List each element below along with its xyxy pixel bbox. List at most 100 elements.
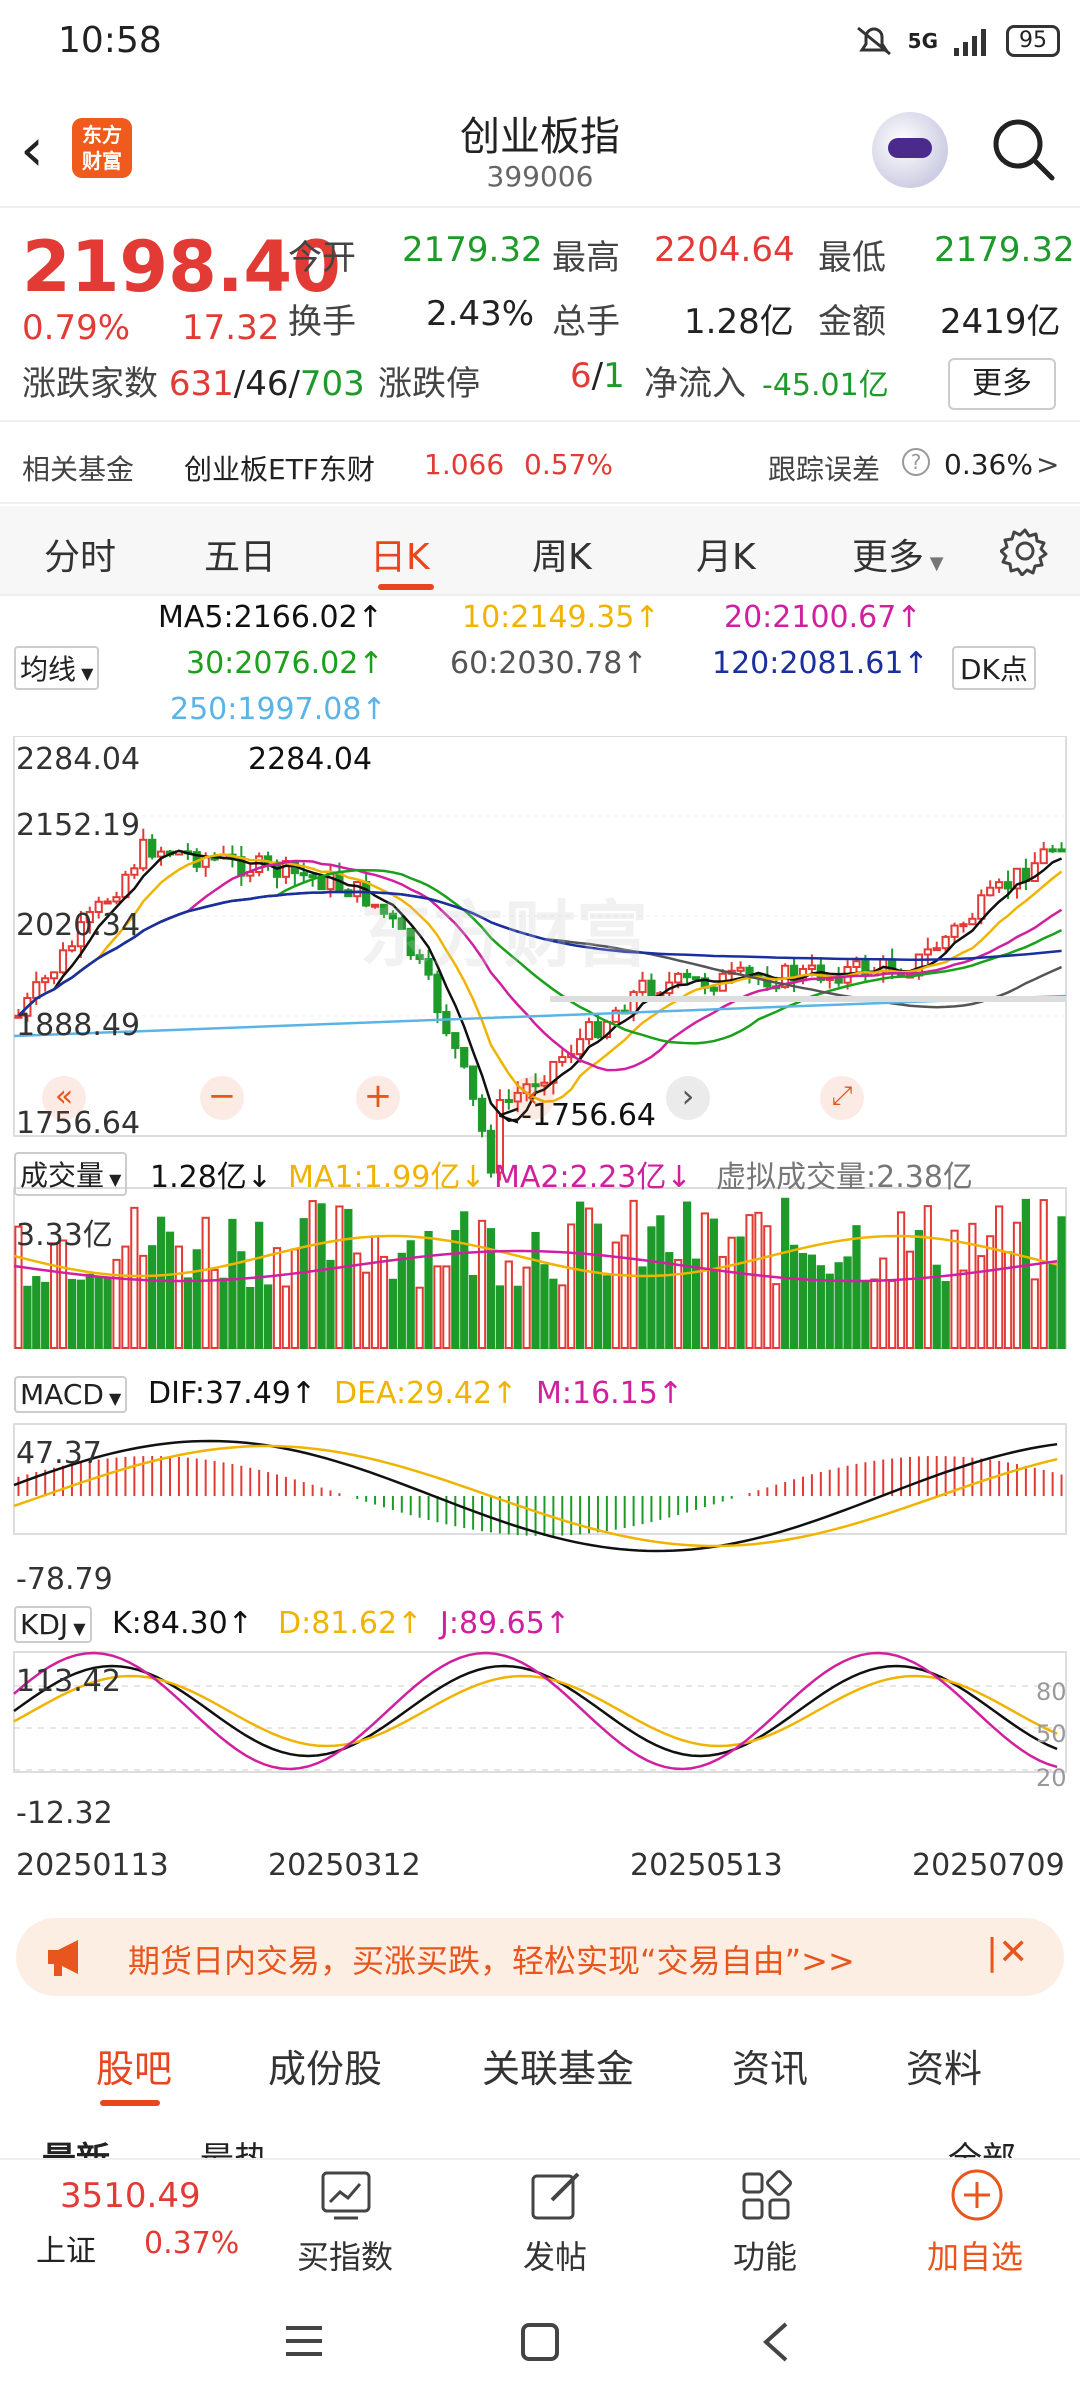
quote-panel: 2198.40 0.79% 17.32 今开 2179.32 最高 2204.6… bbox=[0, 208, 1080, 418]
track-error-value: 0.36% bbox=[944, 448, 1033, 481]
volume-bar bbox=[843, 1256, 852, 1349]
kdj-selector[interactable]: KDJ ▼ bbox=[14, 1606, 92, 1643]
kdj-level-80: 80 bbox=[1036, 1678, 1067, 1706]
turnover-value: 2.43% bbox=[426, 294, 535, 334]
zoom-out-icon[interactable]: − bbox=[200, 1076, 244, 1120]
post-button[interactable]: 发帖 bbox=[490, 2160, 620, 2276]
volume-bar bbox=[344, 1208, 353, 1349]
ma-selector[interactable]: 均线 ▼ bbox=[14, 646, 100, 690]
add-watchlist-button[interactable]: 加自选 bbox=[910, 2160, 1040, 2276]
volume-bar bbox=[94, 1276, 103, 1350]
candle-body bbox=[1003, 881, 1013, 890]
tab-intraday[interactable]: 分时 bbox=[44, 528, 116, 580]
volume-label: 总手 bbox=[552, 302, 620, 342]
related-fund-bar[interactable]: 相关基金 创业板ETF东财 1.066 0.57% 跟踪误差 ? 0.36% > bbox=[0, 420, 1080, 504]
buy-index-button[interactable]: 买指数 bbox=[280, 2160, 410, 2276]
flat-count: 46 bbox=[245, 364, 289, 404]
date-label-2: 20250312 bbox=[268, 1848, 421, 1883]
low-label: 最低 bbox=[818, 238, 886, 278]
volume-bar bbox=[549, 1278, 558, 1349]
tab-profile[interactable]: 资料 bbox=[906, 2038, 982, 2093]
candle-body bbox=[807, 964, 817, 970]
volume-selector[interactable]: 成交量 ▼ bbox=[14, 1152, 128, 1196]
volume-bar bbox=[620, 1234, 629, 1349]
help-icon[interactable]: ? bbox=[902, 448, 930, 476]
kline-axis-2: 2152.19 bbox=[16, 808, 141, 843]
volume-bar bbox=[950, 1229, 959, 1350]
fund-name[interactable]: 创业板ETF东财 bbox=[184, 448, 375, 488]
volume-bar bbox=[656, 1215, 665, 1350]
scroll-left-icon[interactable]: ‹ bbox=[510, 1076, 554, 1120]
tab-related-funds[interactable]: 关联基金 bbox=[482, 2038, 634, 2093]
menu-icon[interactable] bbox=[284, 2324, 324, 2358]
tab-more[interactable]: 更多 ▼ bbox=[852, 528, 944, 580]
volume-bar bbox=[941, 1281, 950, 1349]
candle-body bbox=[317, 876, 326, 891]
zoom-in-icon[interactable]: + bbox=[356, 1076, 400, 1120]
candle-body bbox=[647, 979, 656, 997]
plus-circle-icon bbox=[951, 2169, 1003, 2221]
futures-ad-banner[interactable]: 期货日内交易，买涨买跌，轻松实现“交易自由”>> |✕ bbox=[16, 1918, 1064, 1996]
functions-label: 功能 bbox=[732, 2238, 797, 2276]
functions-button[interactable]: 功能 bbox=[700, 2160, 830, 2276]
macd-axis-top: 47.37 bbox=[16, 1436, 102, 1471]
date-label-3: 20250513 bbox=[630, 1848, 783, 1883]
sse-index-button[interactable]: 3510.49 上证 0.37% bbox=[0, 2160, 250, 2276]
tab-weekly-k[interactable]: 周K bbox=[532, 528, 592, 580]
volume-bar bbox=[754, 1211, 763, 1349]
settings-gear-icon[interactable] bbox=[1000, 526, 1050, 576]
candle-body bbox=[593, 1021, 603, 1039]
volume-bar bbox=[977, 1255, 986, 1349]
search-icon[interactable] bbox=[990, 116, 1056, 182]
filter-latest[interactable]: 最新 bbox=[42, 2132, 110, 2160]
volume-bar bbox=[41, 1281, 50, 1350]
candle-body bbox=[959, 923, 968, 928]
filter-all[interactable]: 全部 bbox=[948, 2132, 1016, 2160]
volume-bar bbox=[825, 1273, 834, 1349]
change-percent: 0.79% bbox=[22, 308, 131, 348]
volume-bar bbox=[67, 1278, 77, 1350]
volume-bar bbox=[1057, 1216, 1066, 1349]
volume-bar bbox=[23, 1285, 32, 1349]
candle-body bbox=[709, 986, 718, 992]
tab-daily-k[interactable]: 日K bbox=[370, 528, 430, 580]
robot-avatar-icon[interactable] bbox=[872, 112, 948, 188]
home-icon[interactable] bbox=[520, 2322, 560, 2362]
trend-chart-icon bbox=[321, 2171, 371, 2220]
macd-selector[interactable]: MACD ▼ bbox=[14, 1376, 128, 1413]
volume-bar bbox=[540, 1264, 549, 1349]
breadth-label: 涨跌家数 bbox=[22, 364, 158, 404]
more-button[interactable]: 更多 bbox=[948, 358, 1056, 410]
change-amount: 17.32 bbox=[182, 308, 280, 348]
filter-hottest[interactable]: 最热 bbox=[200, 2132, 268, 2160]
tab-five-day[interactable]: 五日 bbox=[204, 528, 276, 580]
ma30-label: 30:2076.02↑ bbox=[186, 646, 384, 681]
scroll-right-icon[interactable]: › bbox=[666, 1076, 710, 1120]
ma20-label: 20:2100.67↑ bbox=[724, 600, 922, 635]
fullscreen-icon[interactable]: ⤢ bbox=[820, 1076, 864, 1120]
kdj-k-label: K:84.30↑ bbox=[112, 1606, 253, 1641]
volume-bar bbox=[905, 1250, 915, 1349]
volume-bar bbox=[272, 1247, 282, 1349]
tab-news[interactable]: 资讯 bbox=[732, 2038, 808, 2093]
back-nav-icon[interactable] bbox=[760, 2320, 790, 2364]
volume-bar bbox=[263, 1284, 273, 1349]
tab-stock-forum[interactable]: 股吧 bbox=[96, 2038, 172, 2093]
chevron-right-icon[interactable]: > bbox=[1036, 448, 1059, 481]
bottom-toolbar: 3510.49 上证 0.37% 买指数 发帖 功能 加自选 bbox=[0, 2158, 1080, 2276]
scroll-left-fast-icon[interactable]: « bbox=[42, 1076, 86, 1120]
volume-bar bbox=[246, 1286, 255, 1349]
volume-bar bbox=[700, 1212, 710, 1349]
tab-monthly-k[interactable]: 月K bbox=[696, 528, 756, 580]
close-icon[interactable]: |✕ bbox=[986, 1932, 1028, 1973]
limit-label: 涨跌停 bbox=[378, 364, 480, 404]
volume-bar bbox=[32, 1276, 41, 1349]
tab-constituents[interactable]: 成份股 bbox=[268, 2038, 382, 2093]
volume-bar bbox=[959, 1269, 968, 1350]
kline-chart-area[interactable]: MA5:2166.02↑ 10:2149.35↑ 20:2100.67↑ 均线 … bbox=[0, 596, 1080, 1896]
macd-dea-label: DEA:29.42↑ bbox=[334, 1376, 518, 1411]
kline-axis-3: 2020.34 bbox=[16, 908, 141, 943]
virtual-volume-label: 虚拟成交量:2.38亿 bbox=[716, 1160, 973, 1195]
volume-bar bbox=[183, 1277, 192, 1349]
dk-point-selector[interactable]: DK点 bbox=[952, 646, 1036, 690]
